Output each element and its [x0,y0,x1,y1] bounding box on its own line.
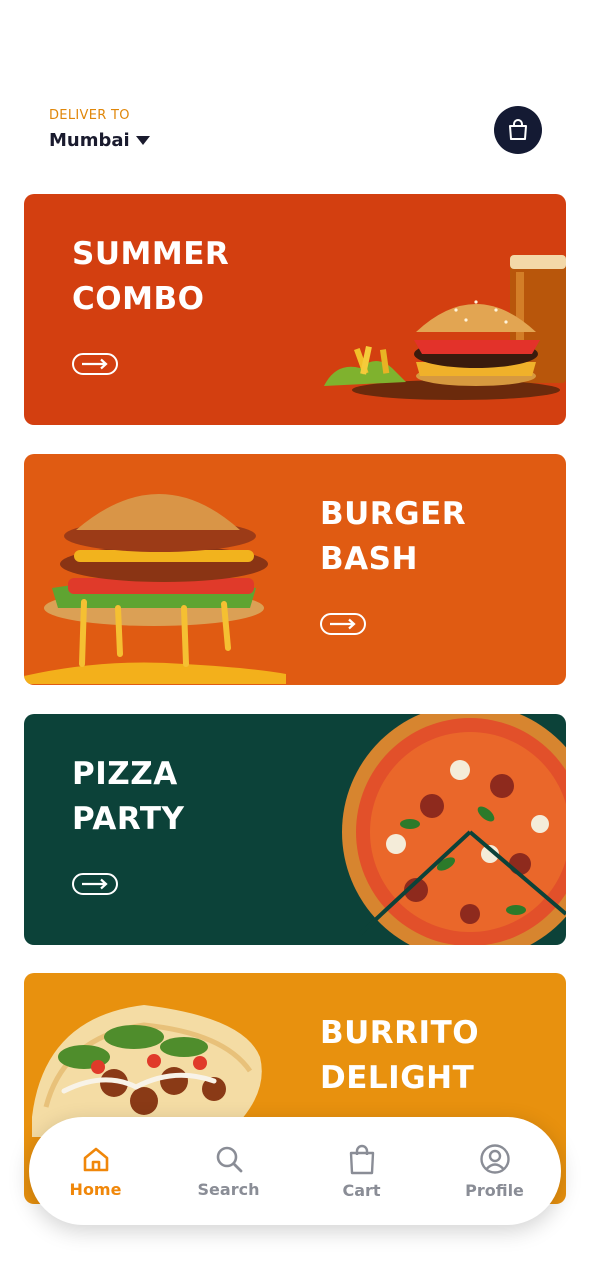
nav-search-label: Search [197,1179,260,1199]
arrow-right-icon [82,358,108,370]
promo-card-burger-bash[interactable]: BURGER BASH [24,454,566,685]
burger-combo-image [324,255,566,400]
arrow-right-icon [330,618,356,630]
taco-image [32,1005,262,1137]
arrow-right-icon [82,878,108,890]
card-title: PIZZA PARTY [72,756,185,837]
pizza-image [342,714,566,945]
promo-card-pizza-party[interactable]: PIZZA PARTY [24,714,566,945]
nav-cart[interactable]: Cart [312,1143,412,1200]
card-arrow-button[interactable] [320,613,366,635]
nav-search[interactable]: Search [179,1144,279,1199]
nav-profile-label: Profile [465,1180,524,1200]
card-arrow-button[interactable] [72,873,118,895]
card-title: BURGER BASH [320,496,467,577]
city-name: Mumbai [49,130,130,151]
home-icon [83,1147,108,1171]
deliver-to-label: DELIVER TO [49,108,130,123]
shopping-bag-icon [349,1144,374,1174]
nav-cart-label: Cart [342,1180,381,1200]
location-header: DELIVER TO Mumbai [49,106,542,170]
burger-image [24,494,286,684]
card-title: BURRITO DELIGHT [320,1015,480,1096]
search-icon [216,1146,242,1172]
nav-home-label: Home [69,1179,122,1199]
card-title: SUMMER COMBO [72,236,230,317]
card-arrow-button[interactable] [72,353,118,375]
city-selector[interactable]: Mumbai [49,130,150,151]
promo-card-summer-combo[interactable]: SUMMER COMBO [24,194,566,425]
nav-profile[interactable]: Profile [445,1143,545,1200]
shopping-bag-icon [509,119,527,140]
bottom-nav: Home Search Cart Profile [29,1117,561,1225]
caret-down-icon [135,136,150,145]
nav-home[interactable]: Home [46,1144,146,1199]
cart-button[interactable] [494,106,542,154]
profile-icon [479,1143,510,1174]
